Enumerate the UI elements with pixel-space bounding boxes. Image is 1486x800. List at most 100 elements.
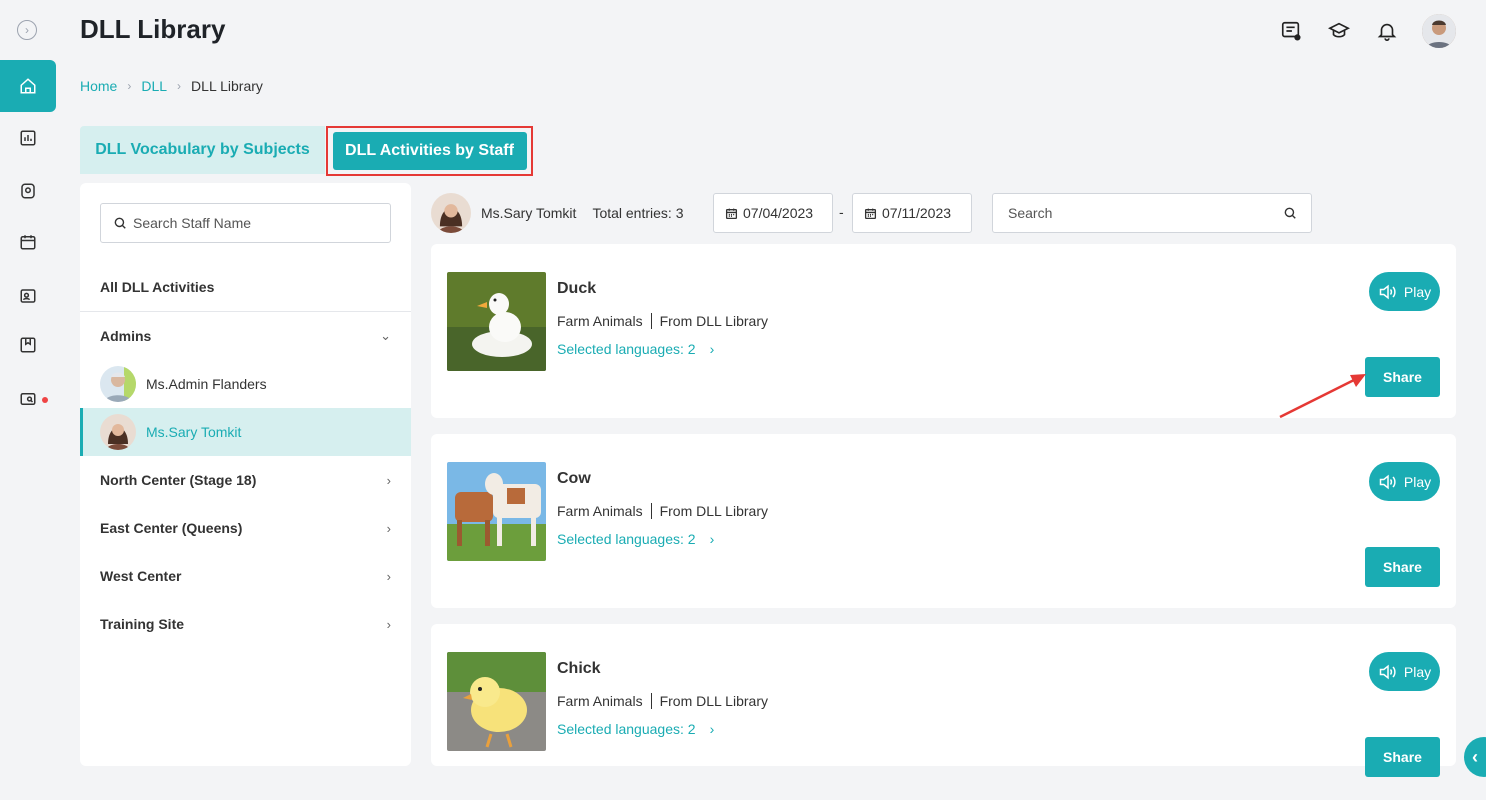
chevron-right-icon: › xyxy=(386,472,391,488)
languages-label: Selected languages: 2 xyxy=(557,721,696,737)
chevron-right-icon: › xyxy=(709,531,715,547)
staff-search-placeholder: Search Staff Name xyxy=(133,215,252,231)
nav-calendar-icon[interactable] xyxy=(19,233,37,251)
activity-category: Farm Animals xyxy=(557,693,643,709)
page-title: DLL Library xyxy=(80,14,226,44)
chevron-right-icon: › xyxy=(386,520,391,536)
date-to-value: 07/11/2023 xyxy=(882,205,952,221)
date-to-picker[interactable]: 07/11/2023 xyxy=(852,193,972,233)
staff-item-sary-tomkit[interactable]: Ms.Sary Tomkit xyxy=(80,408,411,456)
play-label: Play xyxy=(1403,283,1432,300)
selected-staff-avatar xyxy=(431,193,471,233)
divider xyxy=(650,503,652,519)
speaker-icon xyxy=(1379,474,1396,489)
duck-image xyxy=(447,272,546,371)
languages-label: Selected languages: 2 xyxy=(557,341,696,357)
selected-languages-link[interactable]: Selected languages: 2 › xyxy=(557,531,714,547)
avatar xyxy=(100,366,136,402)
breadcrumb-home[interactable]: Home xyxy=(80,78,117,94)
chevron-right-icon: › xyxy=(177,79,182,93)
date-from-value: 07/04/2023 xyxy=(743,205,814,221)
selected-languages-link[interactable]: Selected languages: 2 › xyxy=(557,341,714,357)
nav-search-card-icon[interactable] xyxy=(19,390,37,408)
speaker-icon xyxy=(1379,284,1396,299)
notification-dot xyxy=(42,397,48,403)
group-north-center[interactable]: North Center (Stage 18) › xyxy=(100,472,391,488)
annotation-arrow xyxy=(1279,374,1366,419)
divider xyxy=(650,313,652,329)
play-button[interactable]: Play xyxy=(1369,462,1440,501)
activity-source: From DLL Library xyxy=(659,313,768,329)
breadcrumb: Home › DLL › DLL Library xyxy=(80,78,263,94)
chevron-right-icon: › xyxy=(709,341,715,357)
tab-activities-by-staff[interactable]: DLL Activities by Staff xyxy=(332,132,527,170)
nav-bookmark-icon[interactable] xyxy=(19,336,37,354)
all-dll-activities[interactable]: All DLL Activities xyxy=(100,279,214,295)
search-icon xyxy=(114,217,126,229)
collapse-panel-icon[interactable]: ‹ xyxy=(1464,737,1486,777)
staff-item-admin-flanders[interactable]: Ms.Admin Flanders xyxy=(80,360,411,408)
chevron-right-icon: › xyxy=(386,568,391,584)
languages-label: Selected languages: 2 xyxy=(557,531,696,547)
nav-profile-icon[interactable] xyxy=(19,182,37,200)
group-admins[interactable]: Admins ⌄ xyxy=(100,328,391,344)
activity-name: Duck xyxy=(557,280,597,297)
user-avatar[interactable] xyxy=(1422,14,1456,48)
graduation-cap-icon[interactable] xyxy=(1326,18,1352,44)
group-label: West Center xyxy=(100,568,182,584)
left-rail: › xyxy=(0,0,56,800)
nav-reports-icon[interactable] xyxy=(19,129,37,147)
activity-category: Farm Animals xyxy=(557,503,643,519)
search-placeholder: Search xyxy=(1008,205,1053,221)
staff-search-input[interactable]: Search Staff Name xyxy=(100,203,391,243)
tab-vocabulary-by-subjects[interactable]: DLL Vocabulary by Subjects xyxy=(80,126,325,174)
share-button[interactable]: Share xyxy=(1365,737,1440,777)
activity-source: From DLL Library xyxy=(659,693,768,709)
group-label: Admins xyxy=(100,328,152,344)
header-actions xyxy=(1278,14,1456,48)
activity-meta: Farm Animals From DLL Library xyxy=(557,693,768,709)
nav-home-icon[interactable] xyxy=(0,60,56,112)
chevron-down-icon: ⌄ xyxy=(380,328,391,343)
activity-name: Cow xyxy=(557,470,591,487)
activity-source: From DLL Library xyxy=(659,503,768,519)
breadcrumb-dll[interactable]: DLL xyxy=(141,78,167,94)
total-entries: Total entries: 3 xyxy=(592,205,684,221)
activity-card: Cow Farm Animals From DLL Library Select… xyxy=(431,434,1456,608)
chevron-right-icon: › xyxy=(386,616,391,632)
speaker-icon xyxy=(1379,664,1396,679)
date-separator: - xyxy=(839,204,844,220)
nav-contacts-icon[interactable] xyxy=(19,287,37,305)
divider xyxy=(650,693,652,709)
play-button[interactable]: Play xyxy=(1369,652,1440,691)
play-button[interactable]: Play xyxy=(1369,272,1440,311)
group-west-center[interactable]: West Center › xyxy=(100,568,391,584)
group-label: Training Site xyxy=(100,616,185,632)
selected-languages-link[interactable]: Selected languages: 2 › xyxy=(557,721,714,737)
activity-meta: Farm Animals From DLL Library xyxy=(557,313,768,329)
group-east-center[interactable]: East Center (Queens) › xyxy=(100,520,391,536)
chevron-right-icon: › xyxy=(127,79,132,93)
staff-panel: Search Staff Name All DLL Activities Adm… xyxy=(80,183,411,766)
search-icon xyxy=(1284,207,1296,219)
activity-search-input[interactable]: Search xyxy=(992,193,1312,233)
activity-meta: Farm Animals From DLL Library xyxy=(557,503,768,519)
date-from-picker[interactable]: 07/04/2023 xyxy=(713,193,833,233)
bell-icon[interactable] xyxy=(1374,18,1400,44)
group-label: North Center (Stage 18) xyxy=(100,472,257,488)
calendar-icon xyxy=(864,208,877,219)
group-training-site[interactable]: Training Site › xyxy=(100,616,391,632)
activity-name: Chick xyxy=(557,660,601,677)
staff-name: Ms.Admin Flanders xyxy=(146,376,267,392)
activity-card: Chick Farm Animals From DLL Library Sele… xyxy=(431,624,1456,777)
expand-sidebar-icon[interactable]: › xyxy=(17,20,37,40)
selected-staff-name: Ms.Sary Tomkit xyxy=(481,205,577,221)
messages-icon[interactable] xyxy=(1278,18,1304,44)
play-label: Play xyxy=(1403,473,1432,490)
cow-image xyxy=(447,462,546,561)
group-label: East Center (Queens) xyxy=(100,520,243,536)
breadcrumb-current: DLL Library xyxy=(191,78,263,94)
chick-image xyxy=(447,652,546,751)
share-button[interactable]: Share xyxy=(1365,547,1440,587)
staff-name: Ms.Sary Tomkit xyxy=(146,424,242,440)
